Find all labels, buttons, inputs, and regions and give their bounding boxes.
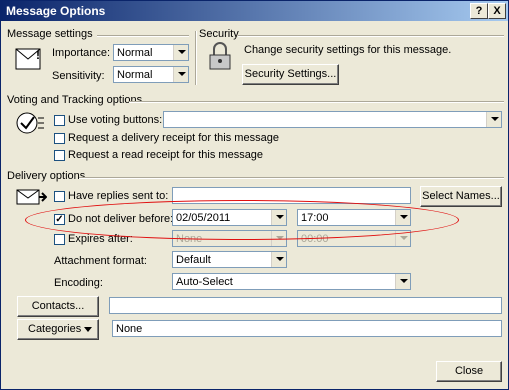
read-receipt-label: Request a read receipt for this message bbox=[68, 149, 264, 161]
sensitivity-select[interactable]: Normal bbox=[113, 66, 189, 83]
svg-text:!: ! bbox=[36, 48, 40, 62]
importance-select[interactable]: Normal bbox=[113, 44, 189, 61]
use-voting-checkbox[interactable] bbox=[54, 115, 65, 126]
attachment-format-select[interactable]: Default bbox=[172, 251, 287, 268]
expires-date-value: None bbox=[176, 233, 203, 245]
divider bbox=[129, 101, 504, 103]
categories-label: Categories bbox=[28, 323, 82, 335]
categories-input[interactable]: None bbox=[112, 320, 502, 337]
importance-value: Normal bbox=[117, 47, 153, 59]
divider bbox=[97, 35, 189, 37]
delivery-icon bbox=[16, 189, 47, 205]
do-not-deliver-checkbox[interactable]: ✓ bbox=[54, 214, 65, 225]
sensitivity-label: Sensitivity: bbox=[52, 70, 105, 82]
attachment-format-value: Default bbox=[176, 254, 211, 266]
use-voting-label: Use voting buttons: bbox=[68, 114, 163, 126]
have-replies-checkbox[interactable] bbox=[54, 191, 65, 202]
chevron-down-icon[interactable] bbox=[271, 231, 286, 246]
do-not-deliver-time-value: 17:00 bbox=[301, 212, 329, 224]
dropdown-arrow-icon bbox=[84, 327, 92, 332]
chevron-down-icon[interactable] bbox=[486, 112, 501, 127]
delivery-receipt-label: Request a delivery receipt for this mess… bbox=[68, 132, 279, 144]
voting-buttons-select[interactable] bbox=[163, 111, 502, 128]
attachment-format-label: Attachment format: bbox=[54, 255, 147, 267]
expires-checkbox[interactable] bbox=[54, 234, 65, 245]
have-replies-input[interactable] bbox=[172, 187, 411, 204]
expires-date-select[interactable]: None bbox=[172, 230, 287, 247]
chevron-down-icon[interactable] bbox=[395, 274, 410, 289]
have-replies-label: Have replies sent to: bbox=[68, 190, 169, 202]
categories-value: None bbox=[116, 323, 143, 335]
lock-icon bbox=[209, 42, 231, 70]
sensitivity-value: Normal bbox=[117, 69, 153, 81]
chevron-down-icon[interactable] bbox=[271, 252, 286, 267]
expires-time-value: 00:00 bbox=[301, 233, 329, 245]
divider bbox=[238, 35, 504, 37]
security-settings-button[interactable]: Security Settings... bbox=[242, 64, 339, 85]
close-button[interactable]: Close bbox=[436, 361, 502, 382]
checkmark-icon: ✓ bbox=[55, 214, 64, 225]
chevron-down-icon[interactable] bbox=[173, 45, 188, 60]
chevron-down-icon[interactable] bbox=[395, 231, 410, 246]
divider bbox=[79, 177, 504, 179]
expires-label: Expires after: bbox=[68, 233, 133, 245]
expires-time-select[interactable]: 00:00 bbox=[297, 230, 411, 247]
delivery-receipt-checkbox[interactable] bbox=[54, 133, 65, 144]
do-not-deliver-time-select[interactable]: 17:00 bbox=[297, 209, 411, 226]
contacts-button[interactable]: Contacts... bbox=[17, 296, 99, 317]
chevron-down-icon[interactable] bbox=[173, 67, 188, 82]
encoding-value: Auto-Select bbox=[176, 276, 233, 288]
message-settings-heading: Message settings bbox=[7, 28, 93, 40]
voting-check-icon bbox=[16, 112, 44, 134]
contacts-input[interactable] bbox=[109, 297, 502, 314]
importance-label: Importance: bbox=[52, 47, 111, 59]
close-window-button[interactable]: X bbox=[488, 3, 506, 19]
message-options-dialog: Message Options ? X Message settings ! I… bbox=[0, 0, 509, 390]
do-not-deliver-date-value: 02/05/2011 bbox=[176, 212, 231, 224]
help-button[interactable]: ? bbox=[470, 3, 488, 19]
categories-button[interactable]: Categories bbox=[17, 319, 99, 340]
security-description: Change security settings for this messag… bbox=[244, 44, 452, 56]
select-names-button[interactable]: Select Names... bbox=[420, 186, 502, 207]
delivery-options-heading: Delivery options bbox=[7, 170, 86, 182]
envelope-icon: ! bbox=[15, 48, 41, 70]
chevron-down-icon[interactable] bbox=[271, 210, 286, 225]
divider bbox=[195, 31, 197, 85]
encoding-select[interactable]: Auto-Select bbox=[172, 273, 411, 290]
window-title: Message Options bbox=[6, 4, 106, 18]
do-not-deliver-label: Do not deliver before: bbox=[68, 213, 174, 225]
do-not-deliver-date-select[interactable]: 02/05/2011 bbox=[172, 209, 287, 226]
read-receipt-checkbox[interactable] bbox=[54, 150, 65, 161]
title-bar: Message Options ? X bbox=[1, 1, 508, 21]
chevron-down-icon[interactable] bbox=[395, 210, 410, 225]
encoding-label: Encoding: bbox=[54, 277, 103, 289]
voting-tracking-heading: Voting and Tracking options bbox=[7, 94, 143, 106]
security-heading: Security bbox=[199, 28, 239, 40]
